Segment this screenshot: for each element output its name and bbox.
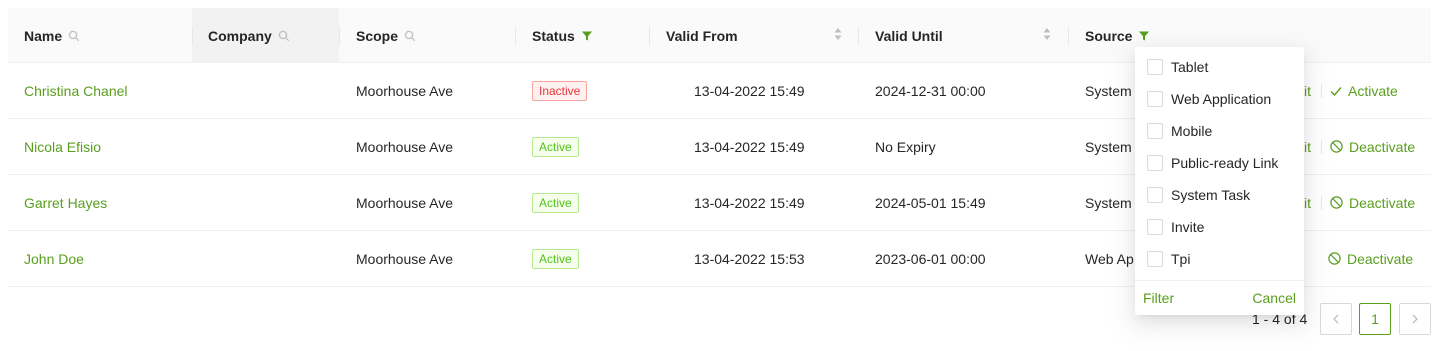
stop-icon: [1330, 196, 1343, 209]
column-header-valid-until-label: Valid Until: [875, 27, 943, 44]
action-divider: [1321, 139, 1322, 154]
sort-icon[interactable]: [834, 27, 842, 44]
user-name-link[interactable]: John Doe: [24, 251, 84, 267]
checkbox[interactable]: [1147, 187, 1163, 203]
valid-until-cell: 2024-05-01 15:49: [875, 194, 986, 211]
chevron-left-icon: [1333, 314, 1339, 324]
column-divider: [1068, 27, 1069, 45]
scope-cell: Moorhouse Ave: [356, 138, 454, 155]
filter-option[interactable]: Mobile: [1135, 115, 1304, 147]
filter-option-label: Public-ready Link: [1171, 155, 1279, 171]
column-header-status-label: Status: [532, 27, 575, 44]
scope-cell: Moorhouse Ave: [356, 250, 454, 267]
source-filter-dropdown: Tablet Web Application Mobile Public-rea…: [1135, 47, 1304, 315]
filter-option-label: Mobile: [1171, 123, 1213, 139]
deactivate-button[interactable]: Deactivate: [1328, 251, 1413, 267]
checkbox[interactable]: [1147, 251, 1163, 267]
valid-until-cell: 2023-06-01 00:00: [875, 250, 986, 267]
filter-option[interactable]: Invite: [1135, 211, 1304, 243]
valid-until-cell: 2024-12-31 00:00: [875, 82, 986, 99]
chevron-right-icon: [1412, 314, 1418, 324]
action-divider: [1321, 195, 1322, 210]
filter-option[interactable]: Web Application: [1135, 83, 1304, 115]
action-divider: [1321, 83, 1322, 98]
source-cell: System: [1085, 138, 1132, 155]
source-cell: System: [1085, 82, 1132, 99]
filter-option-label: Invite: [1171, 219, 1205, 235]
filter-icon[interactable]: [1138, 30, 1150, 42]
check-icon: [1330, 86, 1342, 96]
filter-option-label: System Task: [1171, 187, 1251, 203]
cancel-button[interactable]: Cancel: [1252, 290, 1296, 306]
deactivate-label: Deactivate: [1349, 194, 1416, 211]
edit-link[interactable]: it: [1304, 195, 1311, 211]
checkbox[interactable]: [1147, 155, 1163, 171]
status-badge: Active: [532, 136, 579, 157]
stop-icon: [1330, 140, 1343, 153]
user-name-link[interactable]: Garret Hayes: [24, 195, 107, 211]
column-divider: [649, 27, 650, 45]
column-divider: [515, 27, 516, 45]
scope-cell: Moorhouse Ave: [356, 194, 454, 211]
column-header-valid-from[interactable]: Valid From: [666, 8, 842, 63]
deactivate-button[interactable]: Deactivate: [1330, 195, 1415, 211]
search-icon[interactable]: [404, 30, 416, 42]
activate-label: Activate: [1348, 82, 1398, 99]
filter-icon[interactable]: [581, 30, 593, 42]
checkbox[interactable]: [1147, 123, 1163, 139]
filter-option[interactable]: Public-ready Link: [1135, 147, 1304, 179]
column-header-scope-label: Scope: [356, 27, 399, 44]
column-divider: [192, 27, 193, 45]
status-badge: Inactive: [532, 80, 588, 101]
column-header-valid-from-label: Valid From: [666, 27, 738, 44]
checkbox[interactable]: [1147, 91, 1163, 107]
user-name-link[interactable]: Nicola Efisio: [24, 139, 101, 155]
scope-cell: Moorhouse Ave: [356, 82, 454, 99]
column-divider: [858, 27, 859, 45]
filter-option[interactable]: Tablet: [1135, 51, 1304, 83]
filter-option[interactable]: System Task: [1135, 179, 1304, 211]
column-header-name-label: Name: [24, 27, 63, 44]
column-divider: [339, 27, 340, 45]
filter-option-label: Web Application: [1171, 91, 1272, 107]
search-icon[interactable]: [278, 30, 290, 42]
activate-button[interactable]: Activate: [1330, 83, 1398, 99]
valid-from-cell: 13-04-2022 15:49: [694, 194, 805, 211]
column-header-scope[interactable]: Scope: [356, 8, 416, 63]
search-icon[interactable]: [68, 30, 80, 42]
page-button-current[interactable]: 1: [1359, 303, 1391, 335]
deactivate-button[interactable]: Deactivate: [1330, 139, 1415, 155]
user-name-link[interactable]: Christina Chanel: [24, 83, 128, 99]
valid-from-cell: 13-04-2022 15:53: [694, 250, 805, 267]
valid-until-cell: No Expiry: [875, 138, 936, 155]
sort-icon[interactable]: [1043, 27, 1051, 44]
column-header-valid-until[interactable]: Valid Until: [875, 8, 1051, 63]
edit-link[interactable]: it: [1304, 83, 1311, 99]
filter-footer: Filter Cancel: [1135, 280, 1304, 315]
source-cell: Web Ap: [1085, 250, 1134, 267]
filter-button[interactable]: Filter: [1143, 290, 1174, 306]
status-badge: Active: [532, 192, 579, 213]
column-header-company[interactable]: Company: [208, 8, 290, 63]
column-header-status[interactable]: Status: [532, 8, 593, 63]
stop-icon: [1328, 252, 1341, 265]
status-badge: Active: [532, 248, 579, 269]
next-page-button[interactable]: [1399, 303, 1431, 335]
valid-from-cell: 13-04-2022 15:49: [694, 138, 805, 155]
column-header-name[interactable]: Name: [24, 8, 80, 63]
column-header-company-label: Company: [208, 27, 272, 44]
filter-option[interactable]: Tpi: [1135, 243, 1304, 275]
deactivate-label: Deactivate: [1347, 250, 1414, 267]
column-header-source-label: Source: [1085, 27, 1133, 44]
prev-page-button[interactable]: [1320, 303, 1352, 335]
filter-option-label: Tablet: [1171, 59, 1209, 75]
filter-option-label: Tpi: [1171, 251, 1191, 267]
source-cell: System: [1085, 194, 1132, 211]
valid-from-cell: 13-04-2022 15:49: [694, 82, 805, 99]
edit-link[interactable]: it: [1304, 139, 1311, 155]
checkbox[interactable]: [1147, 219, 1163, 235]
checkbox[interactable]: [1147, 59, 1163, 75]
deactivate-label: Deactivate: [1349, 138, 1416, 155]
